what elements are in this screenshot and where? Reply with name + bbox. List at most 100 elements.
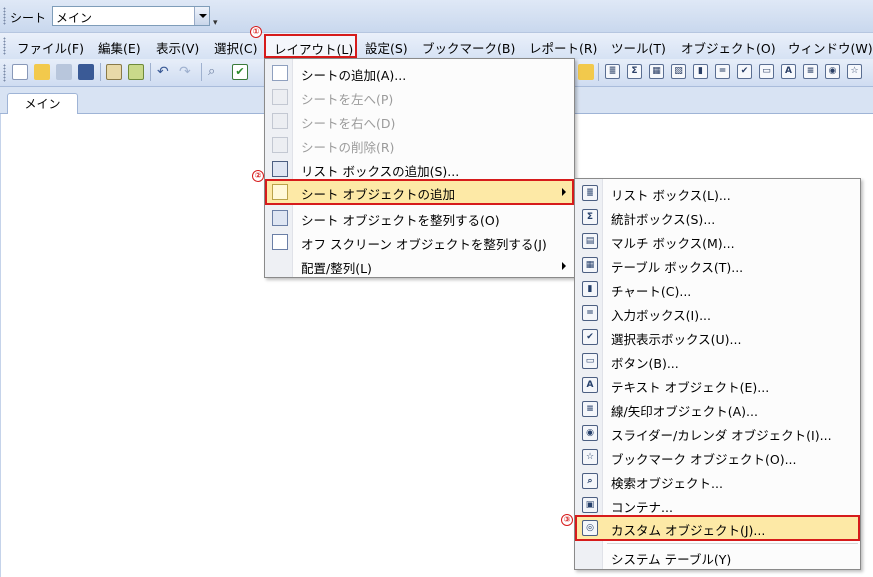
slider-tool-icon[interactable]: ◉ — [825, 64, 840, 79]
menu-file[interactable]: ファイル(F) — [17, 38, 84, 57]
toolbar-separator — [100, 63, 101, 81]
submenu-item-bookmark-object[interactable]: ☆ ブックマーク オブジェクト(O)... — [575, 445, 860, 469]
chart-tool-icon[interactable]: ▮ — [693, 64, 708, 79]
redo-icon[interactable]: ↷ — [179, 64, 195, 80]
menu-item-arrange-offscreen[interactable]: オフ スクリーン オブジェクトを整列する(J) — [265, 230, 574, 254]
menu-report[interactable]: レポート(R) — [529, 38, 597, 57]
menu-tools[interactable]: ツール(T) — [611, 38, 666, 57]
edit-icon[interactable] — [106, 64, 122, 80]
sheet-select[interactable]: メイン — [52, 6, 210, 26]
arrange-icon — [272, 210, 288, 226]
menu-item-add-listbox[interactable]: リスト ボックスの追加(S)... — [265, 157, 574, 181]
export-icon[interactable] — [128, 64, 144, 80]
menu-item-align[interactable]: 配置/整列(L) — [265, 254, 574, 278]
menu-edit[interactable]: 編集(E) — [98, 38, 141, 57]
submenu-item-chart[interactable]: ▮ チャート(C)... — [575, 277, 860, 301]
menu-item-add-sheet[interactable]: シートの追加(A)... — [265, 61, 574, 85]
bookmark-tool-icon[interactable]: ☆ — [847, 64, 862, 79]
menu-item-label: シート オブジェクトを整列する(O) — [301, 213, 500, 228]
callout-badge-2: ② — [252, 170, 264, 182]
toolbar-overflow-icon[interactable]: ▾ — [213, 18, 218, 28]
menu-item-label: リスト ボックスの追加(S)... — [301, 164, 460, 179]
multibox-tool-icon[interactable]: ▧ — [671, 64, 686, 79]
menu-item-label: ブックマーク オブジェクト(O)... — [611, 452, 797, 467]
reload-icon[interactable] — [56, 64, 72, 80]
toolbar-separator — [150, 63, 151, 81]
new-icon[interactable] — [12, 64, 28, 80]
paste-icon[interactable] — [578, 64, 594, 80]
menu-layout[interactable]: レイアウト(L) — [264, 34, 357, 58]
menu-bookmark[interactable]: ブックマーク(B) — [422, 38, 515, 57]
save-icon[interactable] — [78, 64, 94, 80]
submenu-item-statbox[interactable]: Σ 統計ボックス(S)... — [575, 205, 860, 229]
menu-view[interactable]: 表示(V) — [156, 38, 199, 57]
menu-item-label: 統計ボックス(S)... — [611, 212, 716, 227]
submenu-item-inputbox[interactable]: = 入力ボックス(I)... — [575, 301, 860, 325]
chevron-down-icon[interactable] — [194, 7, 209, 25]
menu-item-add-sheet-object[interactable]: シート オブジェクトの追加 — [265, 179, 574, 205]
button-icon: ▭ — [582, 353, 598, 369]
submenu-item-text-object[interactable]: A テキスト オブジェクト(E)... — [575, 373, 860, 397]
submenu-item-system-table[interactable]: システム テーブル(Y) — [575, 545, 860, 569]
listbox-icon: ≣ — [582, 185, 598, 201]
line-arrow-icon: ≡ — [582, 401, 598, 417]
search-icon[interactable]: ⌕ — [208, 64, 224, 80]
menu-item-label: システム テーブル(Y) — [611, 552, 732, 567]
menu-item-delete-sheet[interactable]: シートの削除(R) — [265, 133, 574, 157]
button-tool-icon[interactable]: ▭ — [759, 64, 774, 79]
menu-item-label: シート オブジェクトの追加 — [301, 187, 455, 202]
statbox-tool-icon[interactable]: Σ — [627, 64, 642, 79]
menu-item-label: カスタム オブジェクト(J)... — [611, 523, 766, 538]
chart-icon: ▮ — [582, 281, 598, 297]
listbox-add-icon — [272, 161, 288, 177]
sheet-toolbar: シート メイン ▾ — [0, 0, 873, 33]
menu-item-sheet-right[interactable]: シートを右へ(D) — [265, 109, 574, 133]
menu-item-label: 検索オブジェクト... — [611, 476, 723, 491]
tab-main[interactable]: メイン — [7, 93, 78, 115]
menu-bar: ファイル(F) 編集(E) 表示(V) 選択(C) 設定(S) ブックマーク(B… — [0, 33, 873, 59]
sheet-left-icon — [272, 89, 288, 105]
listbox-tool-icon[interactable]: ≣ — [605, 64, 620, 79]
object-submenu: ≣ リスト ボックス(L)... Σ 統計ボックス(S)... ▤ マルチ ボッ… — [574, 178, 861, 570]
undo-icon[interactable]: ↶ — [157, 64, 173, 80]
menubar-grip[interactable] — [3, 37, 6, 55]
menu-item-label: 選択表示ボックス(U)... — [611, 332, 742, 347]
menu-select[interactable]: 選択(C) — [214, 38, 257, 57]
line-tool-icon[interactable]: ≡ — [803, 64, 818, 79]
inputbox-tool-icon[interactable]: = — [715, 64, 730, 79]
menu-item-sheet-left[interactable]: シートを左へ(P) — [265, 85, 574, 109]
menu-window[interactable]: ウィンドウ(W) — [788, 38, 873, 57]
submenu-item-button[interactable]: ▭ ボタン(B)... — [575, 349, 860, 373]
submenu-item-slider-calendar[interactable]: ◉ スライダー/カレンダ オブジェクト(I)... — [575, 421, 860, 445]
menu-item-label: ボタン(B)... — [611, 356, 679, 371]
submenu-item-multibox[interactable]: ▤ マルチ ボックス(M)... — [575, 229, 860, 253]
toolbar-grip-2[interactable] — [3, 64, 6, 82]
tablebox-icon: ▦ — [582, 257, 598, 273]
submenu-arrow-icon — [562, 188, 566, 196]
submenu-item-container[interactable]: ▣ コンテナ... — [575, 493, 860, 517]
callout-badge-3: ③ — [561, 514, 573, 526]
menu-settings[interactable]: 設定(S) — [365, 38, 408, 57]
toolbar-separator — [598, 63, 599, 81]
menu-item-label: スライダー/カレンダ オブジェクト(I)... — [611, 428, 832, 443]
menu-item-arrange-objects[interactable]: シート オブジェクトを整列する(O) — [265, 206, 574, 230]
statbox-icon: Σ — [582, 209, 598, 225]
submenu-item-currentselection[interactable]: ✔ 選択表示ボックス(U)... — [575, 325, 860, 349]
layout-menu: シートの追加(A)... シートを左へ(P) シートを右へ(D) シートの削除(… — [264, 58, 575, 278]
inputbox-icon: = — [582, 305, 598, 321]
submenu-item-custom-object[interactable]: ◎ カスタム オブジェクト(J)... — [575, 515, 860, 541]
submenu-item-listbox[interactable]: ≣ リスト ボックス(L)... — [575, 181, 860, 205]
toolbar-grip[interactable] — [3, 7, 6, 25]
submenu-item-search-object[interactable]: ⌕ 検索オブジェクト... — [575, 469, 860, 493]
text-tool-icon[interactable]: A — [781, 64, 796, 79]
menu-object[interactable]: オブジェクト(O) — [681, 38, 776, 57]
text-icon: A — [582, 377, 598, 393]
tablebox-tool-icon[interactable]: ▦ — [649, 64, 664, 79]
open-icon[interactable] — [34, 64, 50, 80]
submenu-item-line-arrow[interactable]: ≡ 線/矢印オブジェクト(A)... — [575, 397, 860, 421]
submenu-item-tablebox[interactable]: ▦ テーブル ボックス(T)... — [575, 253, 860, 277]
menu-item-label: リスト ボックス(L)... — [611, 188, 731, 203]
currentselection-tool-icon[interactable]: ✔ — [737, 64, 752, 79]
menu-item-label: 線/矢印オブジェクト(A)... — [611, 404, 758, 419]
check-icon[interactable]: ✔ — [232, 64, 248, 80]
